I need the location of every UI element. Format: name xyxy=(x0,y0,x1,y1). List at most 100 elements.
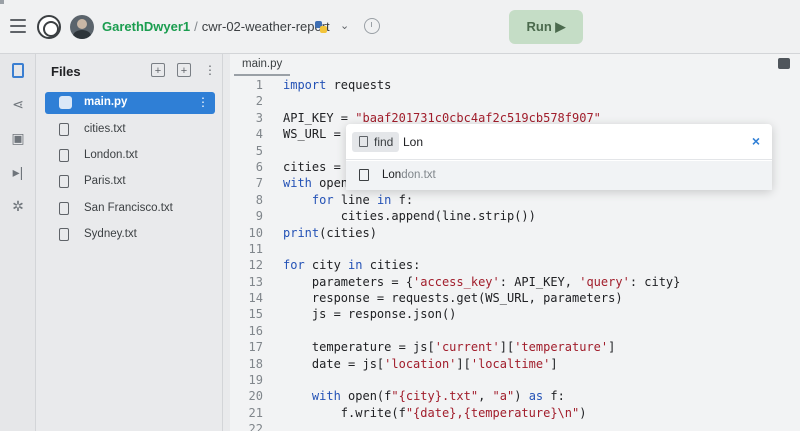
file-icon xyxy=(359,169,369,181)
line-number: 3 xyxy=(255,110,263,125)
file-item-san-francisco-txt[interactable]: San Francisco.txt xyxy=(45,198,215,220)
file-item-sydney-txt[interactable]: Sydney.txt xyxy=(45,224,215,246)
line-number: 5 xyxy=(255,143,263,158)
version-control-icon[interactable]: ⋖ xyxy=(8,94,28,114)
line-source[interactable]: js = response.json() xyxy=(283,306,457,322)
line-source[interactable]: f.write(f"{date},{temperature}\n") xyxy=(283,405,587,421)
add-folder-icon[interactable]: + xyxy=(177,63,191,77)
line-number: 19 xyxy=(248,373,263,388)
replit-logo[interactable] xyxy=(37,15,61,39)
console-icon[interactable]: ▸| xyxy=(8,162,28,182)
line-source[interactable]: date = js['location']['localtime'] xyxy=(283,356,558,372)
line-number: 15 xyxy=(248,307,263,322)
add-file-icon[interactable]: + xyxy=(151,63,165,77)
code-line[interactable]: 19 xyxy=(230,372,800,388)
code-line[interactable]: 18 date = js['location']['localtime'] xyxy=(230,356,800,372)
file-item-main-py[interactable]: main.py ⋮ xyxy=(45,92,215,114)
breadcrumb-user[interactable]: GarethDwyer1 xyxy=(102,19,190,34)
line-number: 18 xyxy=(248,356,263,371)
file-item-paris-txt[interactable]: Paris.txt xyxy=(45,171,215,193)
file-name: Sydney.txt xyxy=(84,228,137,240)
line-source[interactable]: cities = [ xyxy=(283,159,355,175)
file-item-cities-txt[interactable]: cities.txt xyxy=(45,119,215,141)
line-number: 22 xyxy=(248,422,263,431)
file-icon xyxy=(59,202,69,215)
file-name: main.py xyxy=(84,96,128,108)
menu-icon[interactable] xyxy=(10,19,26,33)
code-line[interactable]: 2 xyxy=(230,93,800,109)
tab-main-py[interactable]: main.py xyxy=(234,54,291,76)
code-line[interactable]: 10 print(cities) xyxy=(230,225,800,241)
code-editor[interactable]: main.py 1 import requests 2 3 API_KEY = "baa… xyxy=(230,54,800,431)
tool-rail: ⋖ ▣ ▸| ✲ xyxy=(0,54,36,431)
file-name: San Francisco.txt xyxy=(84,202,173,214)
top-bar: GarethDwyer1 / cwr-02-weather-report ⌄ Run… xyxy=(0,0,800,54)
file-icon xyxy=(359,136,368,147)
file-icon xyxy=(59,228,69,241)
line-number: 14 xyxy=(248,291,263,306)
breadcrumb: GarethDwyer1 / cwr-02-weather-report xyxy=(102,19,330,34)
python-icon xyxy=(315,21,327,33)
line-number: 10 xyxy=(248,225,263,240)
chevron-down-icon[interactable]: ⌄ xyxy=(340,19,349,32)
code-line[interactable]: 13 parameters = {'access_key': API_KEY, … xyxy=(230,274,800,290)
code-line[interactable]: 15 js = response.json() xyxy=(230,306,800,322)
file-name: cities.txt xyxy=(84,123,126,135)
line-source[interactable]: with open(f"{city}.txt", "a") as f: xyxy=(283,388,565,404)
settings-icon[interactable]: ✲ xyxy=(8,196,28,216)
line-number: 9 xyxy=(255,209,263,224)
code-line[interactable]: 14 response = requests.get(WS_URL, param… xyxy=(230,290,800,306)
code-line[interactable]: 11 xyxy=(230,241,800,257)
result-file-name: London.txt xyxy=(382,169,436,181)
line-number: 11 xyxy=(248,241,263,256)
line-number: 13 xyxy=(248,274,263,289)
line-source[interactable]: with open( xyxy=(283,175,355,191)
code-line[interactable]: 17 temperature = js['current']['temperat… xyxy=(230,339,800,355)
code-line[interactable]: 1 import requests xyxy=(230,77,800,93)
line-source[interactable]: parameters = {'access_key': API_KEY, 'qu… xyxy=(283,274,681,290)
line-number: 16 xyxy=(248,323,263,338)
code-line[interactable]: 9 cities.append(line.strip()) xyxy=(230,208,800,224)
line-source[interactable]: print(cities) xyxy=(283,225,377,241)
file-name: London.txt xyxy=(84,149,138,161)
editor-menu-icon[interactable] xyxy=(778,58,790,69)
file-options-icon[interactable]: ⋮ xyxy=(197,95,209,109)
file-item-london-txt[interactable]: London.txt xyxy=(45,145,215,167)
find-chip-label: find xyxy=(374,135,394,149)
history-icon[interactable] xyxy=(364,18,380,34)
find-popup: find × London.txt xyxy=(346,124,772,190)
python-file-icon xyxy=(59,96,72,109)
line-source[interactable]: temperature = js['current']['temperature… xyxy=(283,339,615,355)
window-corner xyxy=(0,0,4,4)
code-line[interactable]: 21 f.write(f"{date},{temperature}\n") xyxy=(230,405,800,421)
files-icon[interactable] xyxy=(8,60,28,80)
line-source[interactable]: for line in f: xyxy=(283,192,413,208)
code-line[interactable]: 8 for line in f: xyxy=(230,192,800,208)
line-source[interactable]: cities.append(line.strip()) xyxy=(283,208,536,224)
breadcrumb-separator: / xyxy=(194,19,198,34)
code-line[interactable]: 16 xyxy=(230,323,800,339)
line-source[interactable]: WS_URL = " xyxy=(283,126,355,142)
line-source[interactable]: for city in cities: xyxy=(283,257,420,273)
line-source[interactable]: import requests xyxy=(283,77,391,93)
avatar[interactable] xyxy=(70,15,94,39)
run-button[interactable]: Run ▶ xyxy=(509,10,583,44)
file-name: Paris.txt xyxy=(84,175,126,187)
close-icon[interactable]: × xyxy=(752,133,760,149)
line-source[interactable]: response = requests.get(WS_URL, paramete… xyxy=(283,290,623,306)
result-match: Lon xyxy=(382,169,402,181)
search-result-item[interactable]: London.txt xyxy=(346,161,772,190)
line-number: 17 xyxy=(248,340,263,355)
line-number: 8 xyxy=(255,192,263,207)
breadcrumb-repl-name[interactable]: cwr-02-weather-report xyxy=(202,19,330,34)
code-line[interactable]: 22 xyxy=(230,421,800,431)
line-number: 12 xyxy=(248,258,263,273)
code-line[interactable]: 20 with open(f"{city}.txt", "a") as f: xyxy=(230,388,800,404)
packages-icon[interactable]: ▣ xyxy=(8,128,28,148)
find-mode-chip[interactable]: find xyxy=(352,132,400,152)
find-input[interactable] xyxy=(403,132,723,152)
code-line[interactable]: 12 for city in cities: xyxy=(230,257,800,273)
files-title: Files xyxy=(51,64,81,79)
more-options-icon[interactable]: ⋮ xyxy=(204,62,216,78)
line-number: 20 xyxy=(248,389,263,404)
